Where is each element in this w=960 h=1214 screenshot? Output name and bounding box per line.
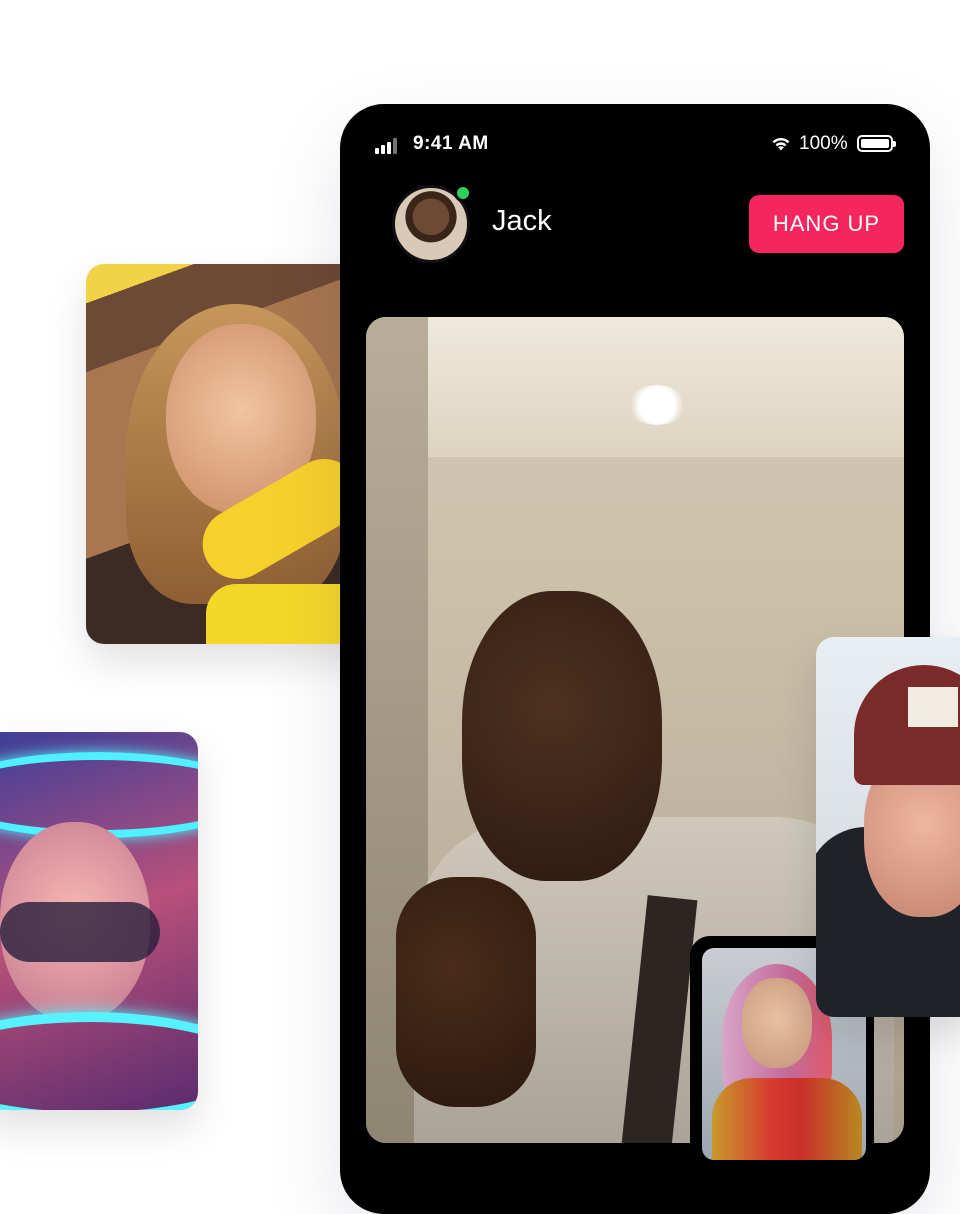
signal-icon xyxy=(375,138,401,154)
participant-card-woman-neon[interactable] xyxy=(0,732,198,1110)
online-status-dot xyxy=(454,184,472,202)
self-face-image xyxy=(742,978,812,1068)
beanie-tag-image xyxy=(908,687,958,727)
participant-card-man-beanie[interactable] xyxy=(816,637,960,1017)
neon-ring-image xyxy=(0,1012,198,1110)
battery-icon xyxy=(857,135,896,152)
pointing-hand-image xyxy=(396,877,536,1107)
status-time: 9:41 AM xyxy=(413,133,489,154)
neon-ring-image xyxy=(0,752,198,838)
status-bar: 9:41 AM 100% xyxy=(340,104,930,184)
battery-percentage: 100% xyxy=(799,133,848,154)
self-shirt-image xyxy=(712,1078,862,1160)
sunglasses-image xyxy=(0,902,160,962)
wifi-icon xyxy=(772,137,790,151)
caller-face-image xyxy=(462,591,662,881)
ceiling-light-image xyxy=(628,385,686,425)
hang-up-button[interactable]: HANG UP xyxy=(749,195,904,253)
caller-name: Jack xyxy=(492,205,552,237)
